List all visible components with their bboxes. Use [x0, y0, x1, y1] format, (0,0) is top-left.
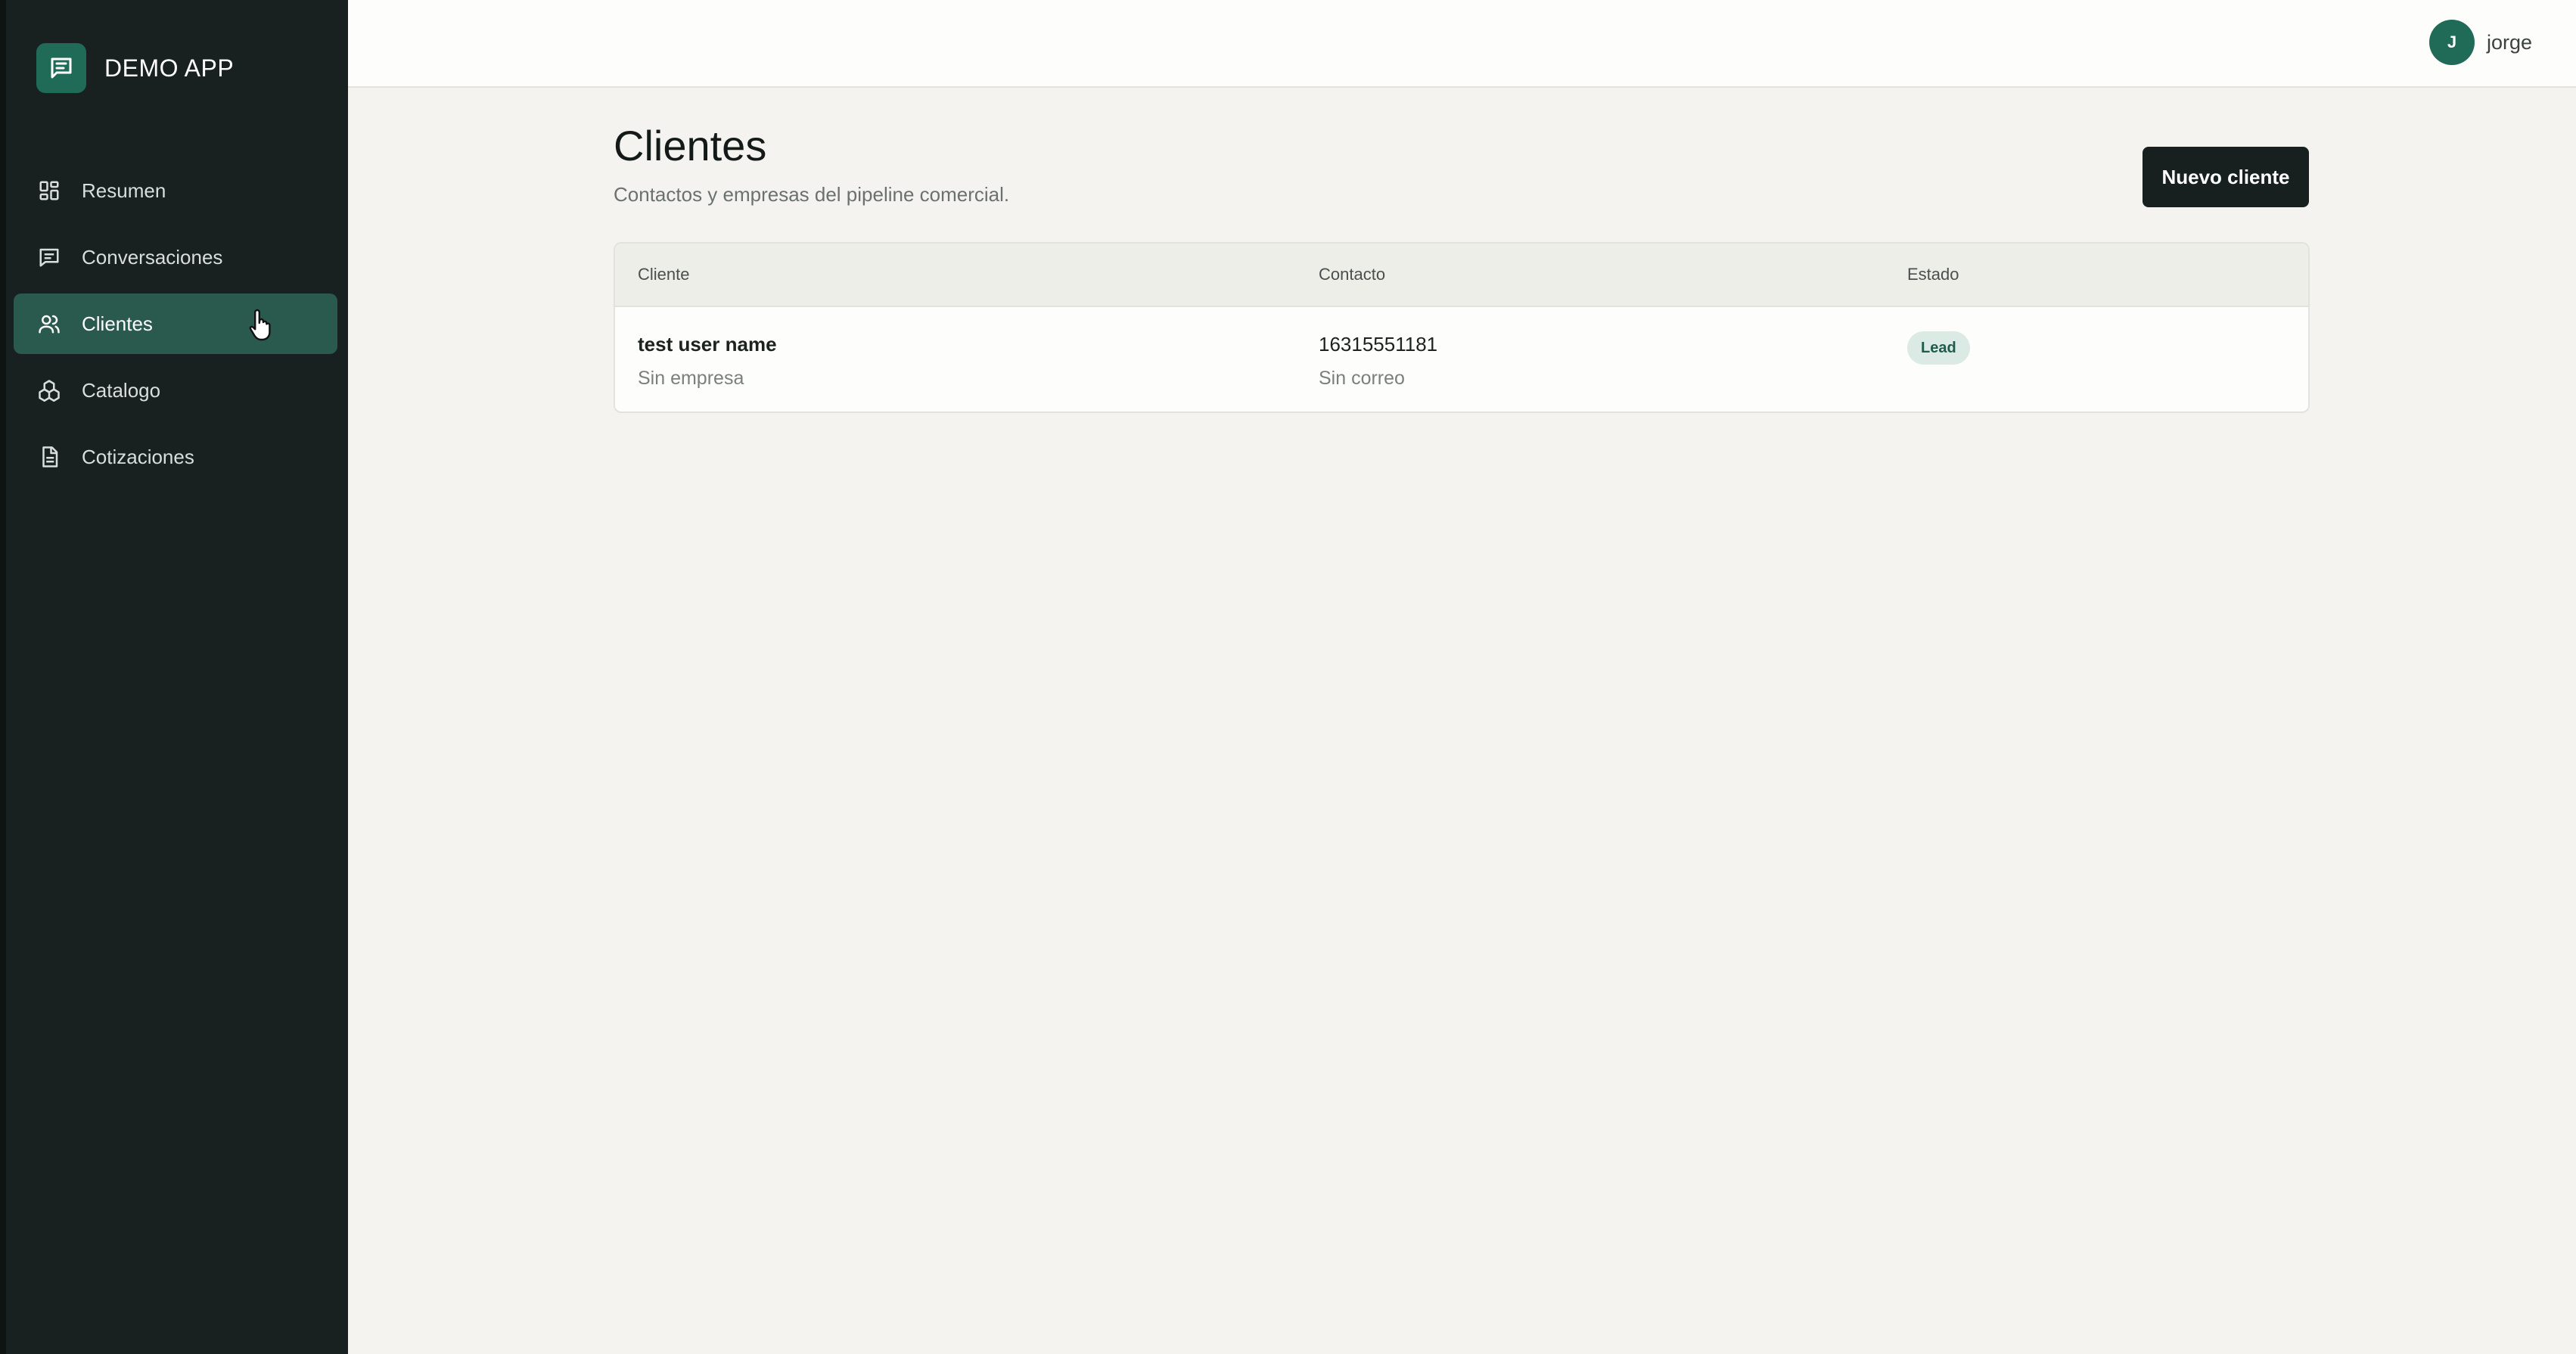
sidebar-item-resumen[interactable]: Resumen — [14, 160, 337, 221]
brand[interactable]: DEMO APP — [36, 42, 234, 94]
avatar[interactable]: J — [2428, 20, 2475, 65]
client-phone: 16315551181 — [1319, 333, 1438, 356]
table-row[interactable]: test user name Sin empresa 16315551181 S… — [615, 307, 2308, 411]
sidebar-item-catalogo[interactable]: Catalogo — [14, 360, 337, 421]
user-name: jorge — [2486, 30, 2532, 54]
sidebar-nav: Resumen Conversaciones Clientes Catalogo… — [14, 160, 337, 493]
brand-name: DEMO APP — [104, 54, 235, 82]
cubes-icon — [36, 377, 62, 403]
client-email: Sin correo — [1319, 368, 1405, 389]
hand-cursor-icon — [247, 308, 277, 341]
users-icon — [36, 311, 62, 337]
status-badge: Lead — [1907, 331, 1970, 365]
sidebar-item-clientes[interactable]: Clientes — [14, 293, 337, 354]
column-header-estado: Estado — [1907, 265, 1959, 284]
sidebar: DEMO APP Resumen Conversaciones Clientes… — [0, 0, 348, 1354]
client-name[interactable]: test user name — [638, 333, 777, 356]
sidebar-item-label: Catalogo — [82, 378, 161, 402]
table-header: Cliente Contacto Estado — [615, 244, 2308, 307]
user-menu[interactable]: J jorge — [2428, 20, 2532, 65]
message-icon — [36, 244, 62, 270]
sidebar-item-cotizaciones[interactable]: Cotizaciones — [14, 427, 337, 487]
document-icon — [36, 444, 62, 470]
dashboard-grid-icon — [36, 178, 62, 203]
app-root: DEMO APP Resumen Conversaciones Clientes… — [0, 0, 2576, 1354]
chat-icon — [36, 43, 86, 93]
page-title: Clientes — [614, 122, 767, 169]
client-company: Sin empresa — [638, 368, 744, 389]
column-header-contacto: Contacto — [1319, 265, 1386, 284]
clients-table: Cliente Contacto Estado test user name S… — [614, 242, 2310, 413]
sidebar-item-label: Conversaciones — [82, 245, 223, 269]
sidebar-item-label: Cotizaciones — [82, 445, 194, 468]
column-header-cliente: Cliente — [638, 265, 690, 284]
sidebar-item-conversaciones[interactable]: Conversaciones — [14, 227, 337, 287]
top-bar: J jorge — [348, 0, 2576, 88]
new-client-button[interactable]: Nuevo cliente — [2143, 147, 2309, 207]
sidebar-item-label: Resumen — [82, 179, 166, 202]
page-subtitle: Contactos y empresas del pipeline comerc… — [614, 183, 1010, 206]
sidebar-item-label: Clientes — [82, 312, 153, 335]
